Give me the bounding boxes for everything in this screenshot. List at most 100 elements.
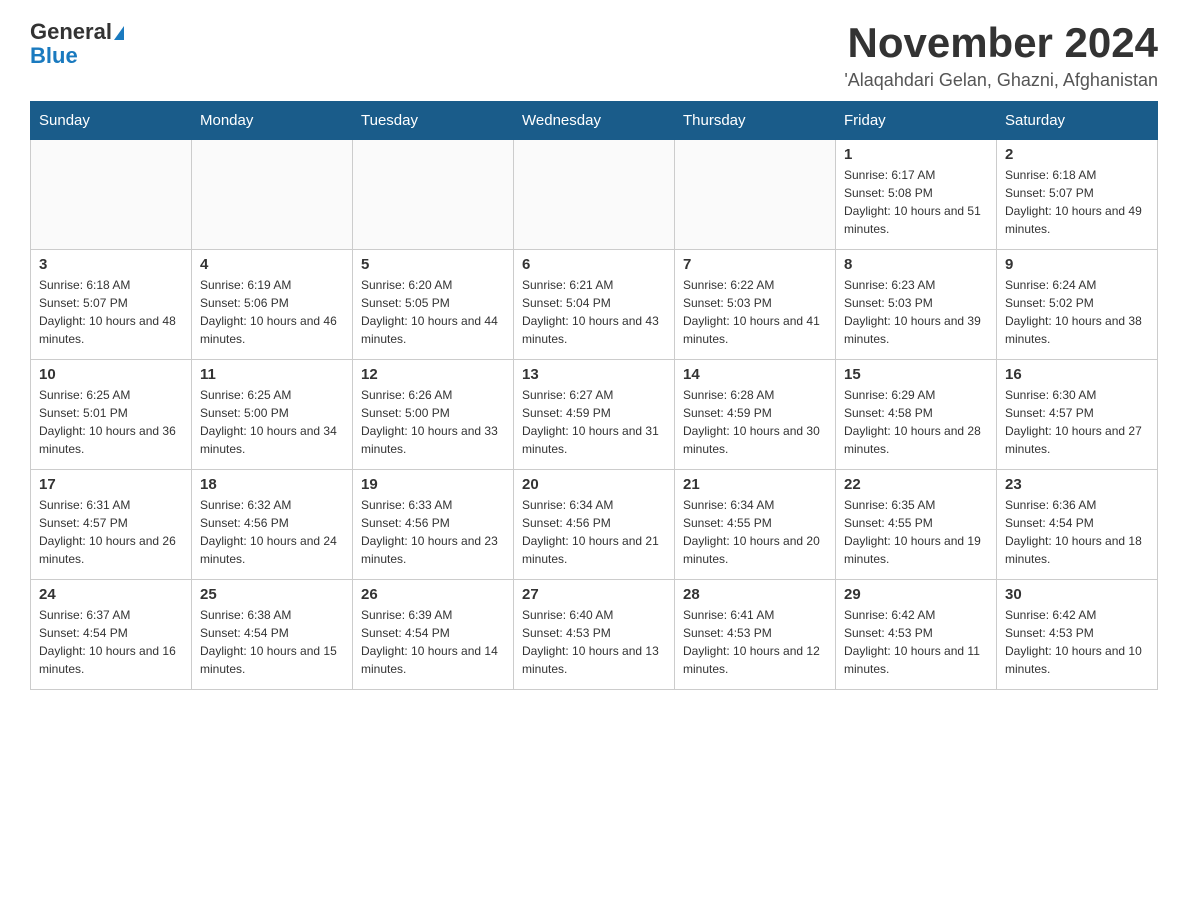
calendar-header: SundayMondayTuesdayWednesdayThursdayFrid… [31, 102, 1158, 140]
sun-info: Sunrise: 6:29 AMSunset: 4:58 PMDaylight:… [844, 386, 988, 458]
calendar-table: SundayMondayTuesdayWednesdayThursdayFrid… [30, 101, 1158, 690]
sun-info: Sunrise: 6:20 AMSunset: 5:05 PMDaylight:… [361, 276, 505, 348]
page-header: General Blue November 2024 'Alaqahdari G… [30, 20, 1158, 91]
day-number: 3 [39, 256, 183, 273]
calendar-cell: 22 Sunrise: 6:35 AMSunset: 4:55 PMDayligh… [836, 470, 997, 580]
calendar-cell: 21 Sunrise: 6:34 AMSunset: 4:55 PMDayligh… [675, 470, 836, 580]
calendar-cell: 27Sunrise: 6:40 AMSunset: 4:53 PMDayligh… [514, 580, 675, 690]
sun-info: Sunrise: 6:42 AMSunset: 4:53 PMDaylight:… [1005, 606, 1149, 678]
day-number: 17 [39, 476, 183, 493]
sun-info: Sunrise: 6:39 AMSunset: 4:54 PMDaylight:… [361, 606, 505, 678]
day-number: 1 [844, 146, 988, 163]
calendar-day-header: Sunday [31, 102, 192, 140]
calendar-cell: 15 Sunrise: 6:29 AMSunset: 4:58 PMDayligh… [836, 360, 997, 470]
calendar-body: 1 Sunrise: 6:17 AMSunset: 5:08 PMDaylight… [31, 140, 1158, 690]
sun-info: Sunrise: 6:25 AMSunset: 5:01 PMDaylight:… [39, 386, 183, 458]
calendar-cell: 17 Sunrise: 6:31 AMSunset: 4:57 PMDayligh… [31, 470, 192, 580]
calendar-day-header: Saturday [997, 102, 1158, 140]
calendar-cell: 20 Sunrise: 6:34 AMSunset: 4:56 PMDayligh… [514, 470, 675, 580]
day-number: 20 [522, 476, 666, 493]
calendar-cell: 5 Sunrise: 6:20 AMSunset: 5:05 PMDaylight… [353, 250, 514, 360]
calendar-day-header: Tuesday [353, 102, 514, 140]
sun-info: Sunrise: 6:24 AMSunset: 5:02 PMDaylight:… [1005, 276, 1149, 348]
sun-info: Sunrise: 6:36 AMSunset: 4:54 PMDaylight:… [1005, 496, 1149, 568]
calendar-week-row: 3 Sunrise: 6:18 AMSunset: 5:07 PMDaylight… [31, 250, 1158, 360]
title-block: November 2024 'Alaqahdari Gelan, Ghazni,… [844, 20, 1158, 91]
calendar-cell: 30Sunrise: 6:42 AMSunset: 4:53 PMDayligh… [997, 580, 1158, 690]
sun-info: Sunrise: 6:41 AMSunset: 4:53 PMDaylight:… [683, 606, 827, 678]
day-number: 11 [200, 366, 344, 383]
sun-info: Sunrise: 6:33 AMSunset: 4:56 PMDaylight:… [361, 496, 505, 568]
sun-info: Sunrise: 6:22 AMSunset: 5:03 PMDaylight:… [683, 276, 827, 348]
day-number: 23 [1005, 476, 1149, 493]
day-number: 10 [39, 366, 183, 383]
day-number: 28 [683, 586, 827, 603]
day-number: 21 [683, 476, 827, 493]
calendar-cell: 4Sunrise: 6:19 AMSunset: 5:06 PMDaylight… [192, 250, 353, 360]
day-number: 15 [844, 366, 988, 383]
calendar-cell: 25 Sunrise: 6:38 AMSunset: 4:54 PMDayligh… [192, 580, 353, 690]
calendar-cell: 2Sunrise: 6:18 AMSunset: 5:07 PMDaylight… [997, 140, 1158, 250]
calendar-title: November 2024 [844, 20, 1158, 66]
calendar-cell: 23 Sunrise: 6:36 AMSunset: 4:54 PMDayligh… [997, 470, 1158, 580]
day-number: 25 [200, 586, 344, 603]
calendar-day-header: Thursday [675, 102, 836, 140]
day-number: 19 [361, 476, 505, 493]
logo-blue-text: Blue [30, 43, 78, 68]
sun-info: Sunrise: 6:37 AMSunset: 4:54 PMDaylight:… [39, 606, 183, 678]
calendar-day-header: Monday [192, 102, 353, 140]
day-number: 12 [361, 366, 505, 383]
day-number: 9 [1005, 256, 1149, 273]
day-number: 16 [1005, 366, 1149, 383]
sun-info: Sunrise: 6:34 AMSunset: 4:55 PMDaylight:… [683, 496, 827, 568]
day-number: 13 [522, 366, 666, 383]
day-number: 22 [844, 476, 988, 493]
calendar-cell: 7 Sunrise: 6:22 AMSunset: 5:03 PMDaylight… [675, 250, 836, 360]
calendar-week-row: 24 Sunrise: 6:37 AMSunset: 4:54 PMDayligh… [31, 580, 1158, 690]
calendar-cell: 14Sunrise: 6:28 AMSunset: 4:59 PMDayligh… [675, 360, 836, 470]
sun-info: Sunrise: 6:31 AMSunset: 4:57 PMDaylight:… [39, 496, 183, 568]
calendar-cell [514, 140, 675, 250]
day-number: 18 [200, 476, 344, 493]
day-number: 5 [361, 256, 505, 273]
day-number: 27 [522, 586, 666, 603]
sun-info: Sunrise: 6:34 AMSunset: 4:56 PMDaylight:… [522, 496, 666, 568]
sun-info: Sunrise: 6:18 AMSunset: 5:07 PMDaylight:… [39, 276, 183, 348]
calendar-cell: 12 Sunrise: 6:26 AMSunset: 5:00 PMDayligh… [353, 360, 514, 470]
calendar-subtitle: 'Alaqahdari Gelan, Ghazni, Afghanistan [844, 70, 1158, 91]
calendar-cell: 8 Sunrise: 6:23 AMSunset: 5:03 PMDaylight… [836, 250, 997, 360]
calendar-cell: 1 Sunrise: 6:17 AMSunset: 5:08 PMDaylight… [836, 140, 997, 250]
calendar-cell: 28 Sunrise: 6:41 AMSunset: 4:53 PMDayligh… [675, 580, 836, 690]
calendar-week-row: 17 Sunrise: 6:31 AMSunset: 4:57 PMDayligh… [31, 470, 1158, 580]
calendar-cell: 18 Sunrise: 6:32 AMSunset: 4:56 PMDayligh… [192, 470, 353, 580]
calendar-cell: 26 Sunrise: 6:39 AMSunset: 4:54 PMDayligh… [353, 580, 514, 690]
day-number: 24 [39, 586, 183, 603]
logo-general-text: General [30, 19, 112, 44]
calendar-cell [31, 140, 192, 250]
calendar-day-header: Wednesday [514, 102, 675, 140]
calendar-day-header: Friday [836, 102, 997, 140]
calendar-cell: 24 Sunrise: 6:37 AMSunset: 4:54 PMDayligh… [31, 580, 192, 690]
day-number: 7 [683, 256, 827, 273]
calendar-cell: 3 Sunrise: 6:18 AMSunset: 5:07 PMDaylight… [31, 250, 192, 360]
calendar-cell: 19 Sunrise: 6:33 AMSunset: 4:56 PMDayligh… [353, 470, 514, 580]
day-number: 14 [683, 366, 827, 383]
sun-info: Sunrise: 6:35 AMSunset: 4:55 PMDaylight:… [844, 496, 988, 568]
sun-info: Sunrise: 6:38 AMSunset: 4:54 PMDaylight:… [200, 606, 344, 678]
calendar-cell [675, 140, 836, 250]
calendar-cell: 29Sunrise: 6:42 AMSunset: 4:53 PMDayligh… [836, 580, 997, 690]
sun-info: Sunrise: 6:42 AMSunset: 4:53 PMDaylight:… [844, 606, 988, 678]
sun-info: Sunrise: 6:17 AMSunset: 5:08 PMDaylight:… [844, 166, 988, 238]
sun-info: Sunrise: 6:18 AMSunset: 5:07 PMDaylight:… [1005, 166, 1149, 238]
day-number: 26 [361, 586, 505, 603]
calendar-cell: 16Sunrise: 6:30 AMSunset: 4:57 PMDayligh… [997, 360, 1158, 470]
sun-info: Sunrise: 6:23 AMSunset: 5:03 PMDaylight:… [844, 276, 988, 348]
logo-triangle-icon [114, 26, 124, 40]
sun-info: Sunrise: 6:32 AMSunset: 4:56 PMDaylight:… [200, 496, 344, 568]
sun-info: Sunrise: 6:21 AMSunset: 5:04 PMDaylight:… [522, 276, 666, 348]
sun-info: Sunrise: 6:25 AMSunset: 5:00 PMDaylight:… [200, 386, 344, 458]
day-number: 4 [200, 256, 344, 273]
day-number: 8 [844, 256, 988, 273]
sun-info: Sunrise: 6:26 AMSunset: 5:00 PMDaylight:… [361, 386, 505, 458]
calendar-cell: 13Sunrise: 6:27 AMSunset: 4:59 PMDayligh… [514, 360, 675, 470]
